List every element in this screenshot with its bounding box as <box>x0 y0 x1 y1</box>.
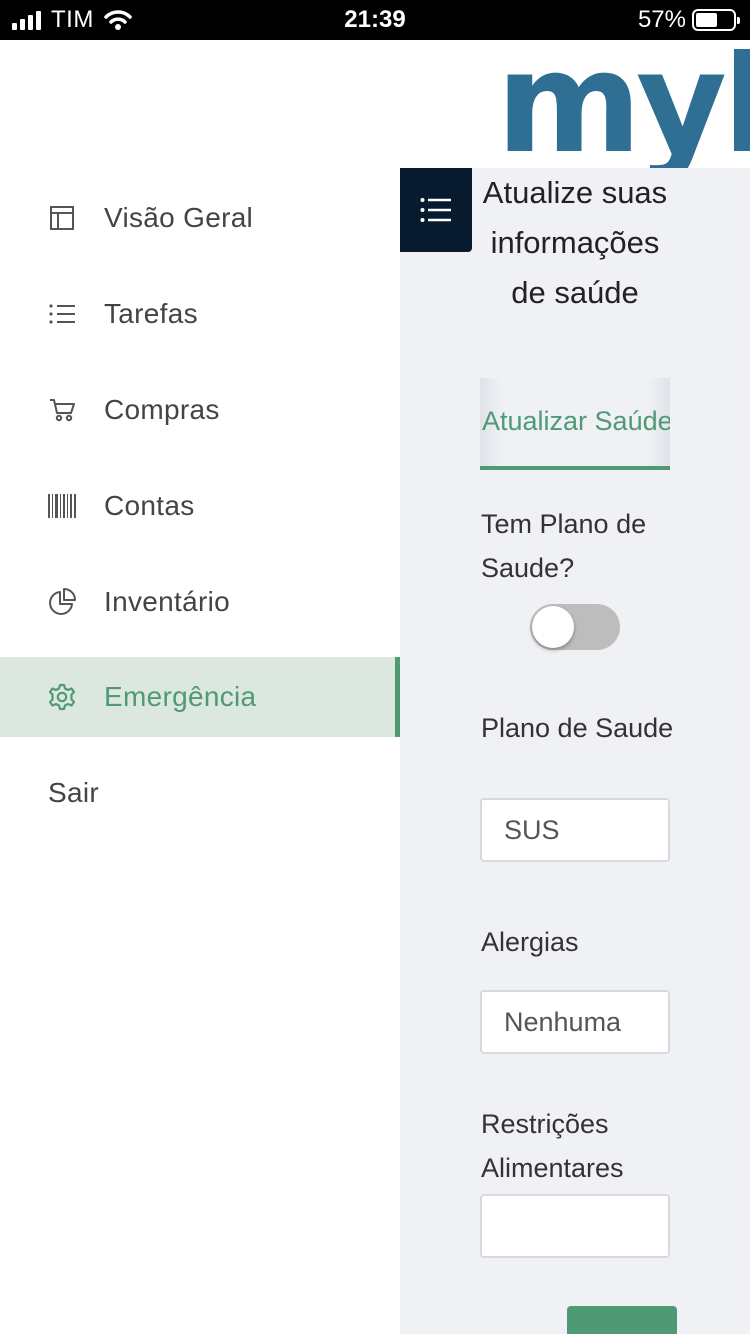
restrictions-label: Restrições Alimentares <box>481 1109 624 1183</box>
list-icon <box>48 300 76 328</box>
toggle-knob <box>532 606 574 648</box>
tab-label: Atualizar Saúde <box>482 406 670 436</box>
status-bar: TIM 21:39 57% <box>0 0 750 40</box>
sidebar-item-label: Visão Geral <box>104 202 254 233</box>
cart-icon <box>48 396 76 424</box>
sidebar-item-sair[interactable]: Sair <box>0 753 400 833</box>
layout-icon <box>48 204 76 232</box>
save-button[interactable]: Salvar <box>567 1306 677 1334</box>
battery-icon <box>692 9 740 31</box>
plan-label: Plano de Saude <box>481 713 674 743</box>
sidebar-item-tarefas[interactable]: Tarefas <box>0 274 400 354</box>
app-header: myH <box>0 40 750 168</box>
restrictions-field[interactable] <box>480 1194 670 1258</box>
allergies-label: Alergias <box>481 927 579 957</box>
hamburger-menu-icon <box>420 198 451 222</box>
sidebar-item-label: Emergência <box>104 681 257 712</box>
sidebar-item-visao-geral[interactable]: Visão Geral <box>0 178 400 258</box>
sidebar-item-compras[interactable]: Compras <box>0 370 400 450</box>
plan-field[interactable] <box>480 798 670 862</box>
sidebar-item-inventario[interactable]: Inventário <box>0 562 400 642</box>
sidebar-item-contas[interactable]: Contas <box>0 466 400 546</box>
app-logo: myH <box>496 40 750 168</box>
has-plan-toggle[interactable] <box>530 604 620 650</box>
sidebar-item-emergencia[interactable]: Emergência <box>0 657 400 737</box>
gear-icon <box>48 683 76 711</box>
logout-label: Sair <box>48 777 99 808</box>
sidebar-item-label: Tarefas <box>104 298 198 329</box>
menu-toggle-button[interactable] <box>400 168 472 252</box>
page-title: Atualize suas informações de saúde <box>482 175 668 310</box>
has-plan-label: Tem Plano de Saude? <box>481 509 647 583</box>
battery-percent: 57% <box>637 6 686 33</box>
sidebar-item-label: Compras <box>104 394 220 425</box>
sidebar-nav: Visão Geral Tarefas Compras Contas Inven… <box>0 168 400 842</box>
health-update-panel: Atualize suas informações de saúde Atual… <box>400 168 750 1334</box>
pie-chart-icon <box>48 588 76 616</box>
sidebar-item-label: Inventário <box>104 586 230 617</box>
allergies-field[interactable] <box>480 990 670 1054</box>
sidebar-item-label: Contas <box>104 490 195 521</box>
barcode-icon <box>48 492 76 520</box>
tab-atualizar-saude[interactable]: Atualizar Saúde <box>480 378 670 470</box>
app-screen: TIM 21:39 57% myH Visão Geral <box>0 0 750 1334</box>
